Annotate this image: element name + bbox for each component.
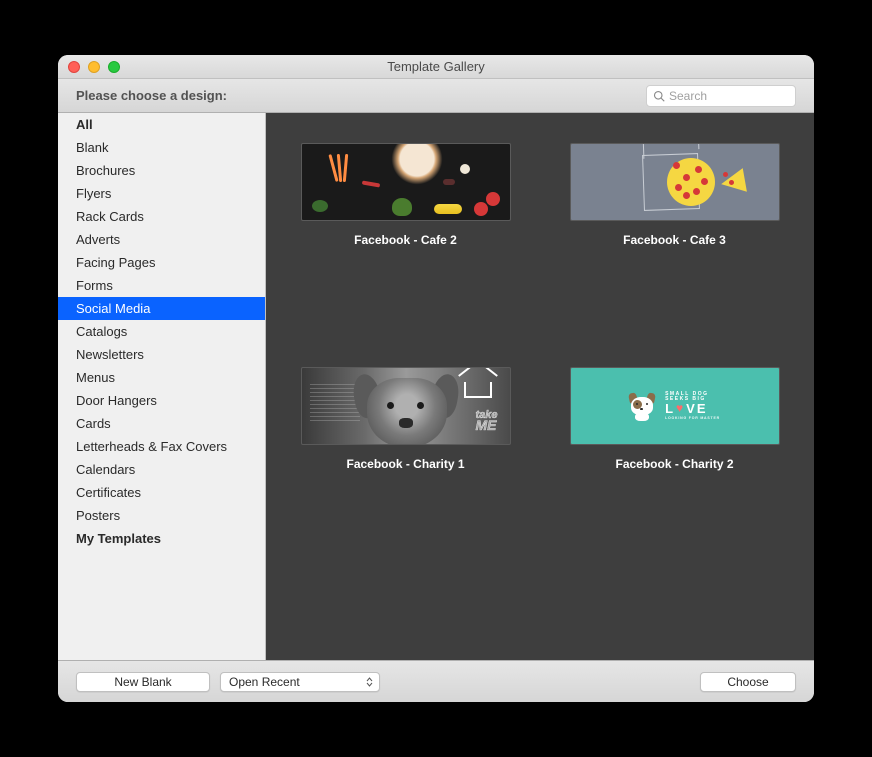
- sidebar-item-forms[interactable]: Forms: [58, 274, 265, 297]
- template-label: Facebook - Charity 2: [615, 457, 733, 471]
- open-recent-label: Open Recent: [229, 675, 300, 689]
- sidebar-item-letterheads-fax-covers[interactable]: Letterheads & Fax Covers: [58, 435, 265, 458]
- prompt-label: Please choose a design:: [76, 88, 227, 103]
- maximize-button[interactable]: [108, 61, 120, 73]
- template-card-charity-1[interactable]: take ME Facebook - Charity 1: [286, 367, 525, 471]
- sidebar-item-my-templates[interactable]: My Templates: [58, 527, 265, 550]
- titlebar: Template Gallery: [58, 55, 814, 79]
- sidebar-item-cards[interactable]: Cards: [58, 412, 265, 435]
- body: AllBlankBrochuresFlyersRack CardsAdverts…: [58, 113, 814, 660]
- close-button[interactable]: [68, 61, 80, 73]
- template-card-cafe-2[interactable]: Facebook - Cafe 2: [286, 143, 525, 247]
- template-grid: Facebook - Cafe 2 Facebook - Cafe 3: [266, 113, 814, 660]
- sidebar-item-menus[interactable]: Menus: [58, 366, 265, 389]
- sidebar-item-brochures[interactable]: Brochures: [58, 159, 265, 182]
- template-thumbnail: take ME: [301, 367, 511, 445]
- search-input[interactable]: [669, 89, 789, 103]
- template-thumbnail: SMALL DOG SEEKS BIG L ♥ VE LOOKING FOR M…: [570, 367, 780, 445]
- heart-icon: ♥: [676, 402, 685, 414]
- dog-icon: [629, 391, 655, 421]
- sidebar-item-door-hangers[interactable]: Door Hangers: [58, 389, 265, 412]
- sidebar-item-all[interactable]: All: [58, 113, 265, 136]
- select-arrows-icon: [366, 677, 373, 687]
- love-subtitle: LOOKING FOR MASTER: [665, 417, 720, 421]
- new-blank-button[interactable]: New Blank: [76, 672, 210, 692]
- sidebar-item-blank[interactable]: Blank: [58, 136, 265, 159]
- choose-button[interactable]: Choose: [700, 672, 796, 692]
- template-label: Facebook - Cafe 3: [623, 233, 726, 247]
- sidebar: AllBlankBrochuresFlyersRack CardsAdverts…: [58, 113, 266, 660]
- love-ve: VE: [686, 402, 707, 415]
- minimize-button[interactable]: [88, 61, 100, 73]
- template-thumbnail: [301, 143, 511, 221]
- sidebar-item-rack-cards[interactable]: Rack Cards: [58, 205, 265, 228]
- sidebar-item-adverts[interactable]: Adverts: [58, 228, 265, 251]
- template-thumbnail: [570, 143, 780, 221]
- template-card-charity-2[interactable]: SMALL DOG SEEKS BIG L ♥ VE LOOKING FOR M…: [555, 367, 794, 471]
- search-field[interactable]: [646, 85, 796, 107]
- template-label: Facebook - Charity 1: [346, 457, 464, 471]
- search-icon: [653, 90, 665, 102]
- me-text: ME: [475, 417, 496, 433]
- sidebar-item-calendars[interactable]: Calendars: [58, 458, 265, 481]
- sidebar-item-posters[interactable]: Posters: [58, 504, 265, 527]
- sidebar-item-facing-pages[interactable]: Facing Pages: [58, 251, 265, 274]
- sidebar-item-catalogs[interactable]: Catalogs: [58, 320, 265, 343]
- window-title: Template Gallery: [66, 59, 806, 74]
- window-controls: [68, 61, 120, 73]
- sidebar-item-certificates[interactable]: Certificates: [58, 481, 265, 504]
- sidebar-item-flyers[interactable]: Flyers: [58, 182, 265, 205]
- template-card-cafe-3[interactable]: Facebook - Cafe 3: [555, 143, 794, 247]
- sidebar-item-social-media[interactable]: Social Media: [58, 297, 265, 320]
- open-recent-select[interactable]: Open Recent: [220, 672, 380, 692]
- footer: New Blank Open Recent Choose: [58, 660, 814, 702]
- template-gallery-window: Template Gallery Please choose a design:…: [58, 55, 814, 702]
- toolbar: Please choose a design:: [58, 79, 814, 113]
- sidebar-item-newsletters[interactable]: Newsletters: [58, 343, 265, 366]
- template-label: Facebook - Cafe 2: [354, 233, 457, 247]
- love-l: L: [665, 402, 675, 415]
